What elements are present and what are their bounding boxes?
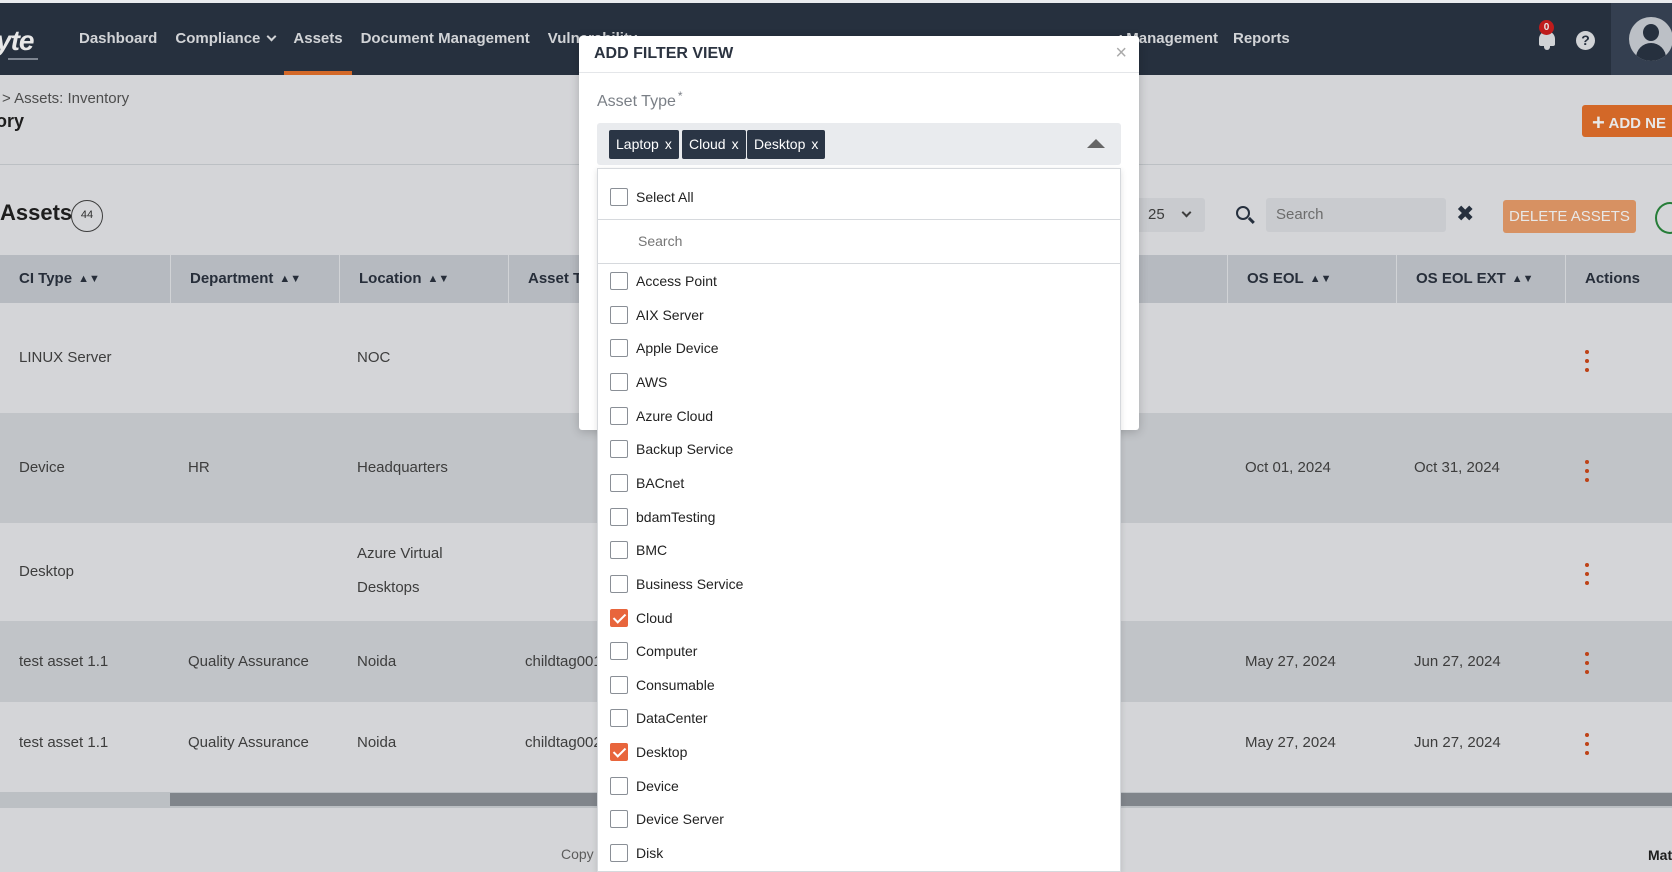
dropdown-option[interactable]: Business Service [598, 568, 1120, 602]
dropdown-option-label: Cloud [636, 609, 673, 626]
checkbox[interactable] [610, 305, 628, 324]
asset-type-dropdown: Select All Access Point AIX Server Apple D… [597, 168, 1121, 872]
dropdown-option[interactable]: Device Server [598, 803, 1120, 837]
dropdown-option-label: Access Point [636, 273, 717, 289]
dropdown-option[interactable]: Access Point [598, 265, 1120, 299]
dropdown-option-label: AWS [636, 373, 668, 390]
checkbox[interactable] [610, 541, 628, 560]
dropdown-option[interactable]: BACnet [598, 467, 1120, 501]
dropdown-search [598, 220, 1120, 264]
checkbox[interactable] [610, 675, 628, 694]
close-icon[interactable]: × [1115, 42, 1127, 65]
chip-remove-icon[interactable]: x [732, 136, 739, 152]
checkbox-checked[interactable] [610, 743, 628, 762]
checkbox[interactable] [610, 642, 628, 661]
dropdown-option-label: bdamTesting [636, 508, 716, 525]
dropdown-option[interactable]: Apple Device [598, 332, 1120, 366]
dropdown-option[interactable]: Cloud [598, 602, 1120, 636]
dropdown-option-label: BMC [636, 542, 668, 559]
chip-remove-icon[interactable]: x [811, 136, 818, 152]
chip-label: Laptop [616, 136, 659, 152]
dropdown-option-label: Device [636, 777, 679, 794]
chip-label: Desktop [754, 136, 806, 152]
dropdown-option[interactable]: Azure Cloud [598, 400, 1120, 434]
dropdown-option[interactable]: Desktop [598, 736, 1120, 770]
dropdown-option-label: DataCenter [636, 710, 708, 727]
select-all-label: Select All [636, 189, 694, 205]
checkbox[interactable] [610, 574, 628, 593]
select-all-option[interactable]: Select All [598, 169, 1120, 220]
checkbox[interactable] [610, 844, 628, 863]
dropdown-option[interactable]: Device [598, 770, 1120, 804]
modal-title: ADD FILTER VIEW [594, 45, 734, 62]
dropdown-option-label: BACnet [636, 474, 685, 491]
dropdown-option[interactable]: DataCenter [598, 702, 1120, 736]
dropdown-option-label: Desktop [636, 744, 688, 761]
dropdown-option[interactable]: bdamTesting [598, 501, 1120, 535]
checkbox-checked[interactable] [610, 608, 628, 627]
dropdown-option-label: Computer [636, 643, 698, 660]
dropdown-option-label: Business Service [636, 575, 744, 592]
select-all-checkbox[interactable] [610, 188, 628, 206]
dropdown-option[interactable]: AWS [598, 366, 1120, 400]
checkbox[interactable] [610, 709, 628, 728]
dropdown-option-label: Disk [636, 845, 664, 862]
checkbox[interactable] [610, 776, 628, 795]
dropdown-option[interactable]: Consumable [598, 669, 1120, 703]
dropdown-option[interactable]: Backup Service [598, 433, 1120, 467]
chip-label: Cloud [689, 136, 726, 152]
asset-type-label: Asset Type * [597, 89, 683, 111]
checkbox[interactable] [610, 810, 628, 829]
dropdown-option[interactable]: BMC [598, 534, 1120, 568]
dropdown-option-label: Apple Device [636, 340, 719, 357]
checkbox[interactable] [610, 406, 628, 425]
chip-desktop: Desktop x [747, 130, 826, 159]
checkbox[interactable] [610, 272, 628, 290]
dropdown-option-label: Azure Cloud [636, 407, 714, 424]
chip-laptop: Laptop x [609, 130, 679, 159]
dropdown-option-label: Backup Service [636, 441, 734, 458]
dropdown-search-input[interactable] [638, 233, 1038, 249]
checkbox[interactable] [610, 507, 628, 526]
checkbox[interactable] [610, 473, 628, 492]
asset-type-label-text: Asset Type [597, 93, 676, 110]
dropdown-option-label: Consumable [636, 676, 715, 693]
dropdown-option[interactable]: AIX Server [598, 299, 1120, 333]
chip-cloud: Cloud x [682, 130, 746, 159]
dropdown-option[interactable]: Disk [598, 837, 1120, 871]
checkbox[interactable] [610, 372, 628, 391]
modal-header: ADD FILTER VIEW × [579, 36, 1139, 73]
chip-remove-icon[interactable]: x [665, 136, 672, 152]
checkbox[interactable] [610, 339, 628, 358]
asset-type-multiselect[interactable]: Laptop x Cloud x Desktop x [597, 123, 1121, 165]
chevron-up-icon[interactable] [1087, 139, 1105, 148]
checkbox[interactable] [610, 440, 628, 459]
dropdown-option[interactable]: Computer [598, 635, 1120, 669]
dropdown-option-label: AIX Server [636, 306, 704, 323]
dropdown-option-label: Device Server [636, 811, 724, 828]
required-mark: * [677, 89, 683, 103]
